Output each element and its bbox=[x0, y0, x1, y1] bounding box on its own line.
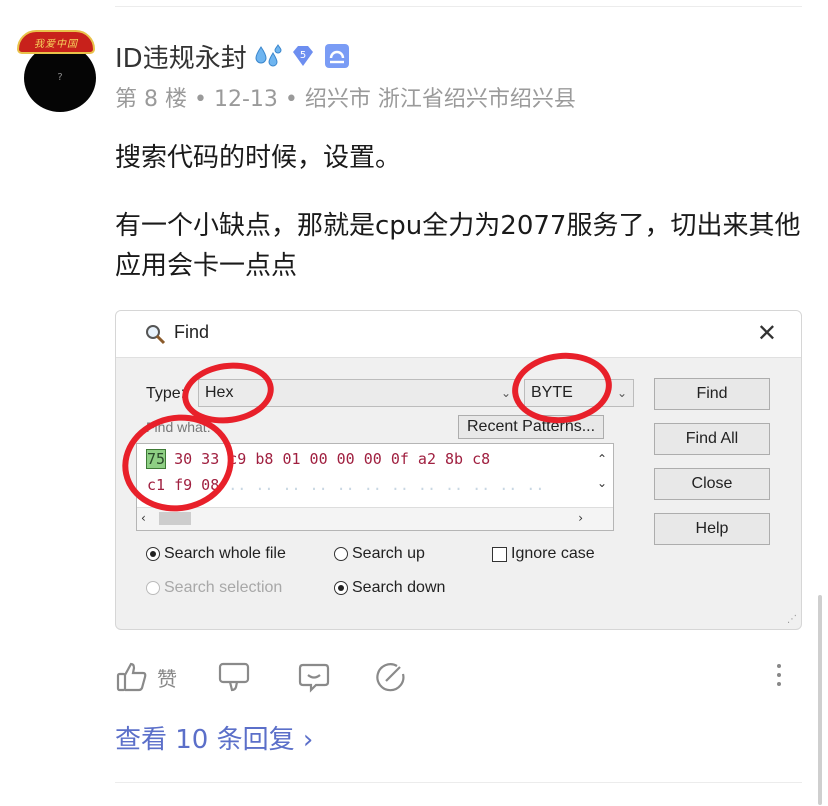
radio-search-selection[interactable]: Search selection bbox=[146, 579, 282, 597]
hex-row-2-dots: .. .. .. .. .. .. .. .. .. .. .. .. bbox=[219, 476, 545, 494]
scroll-down-icon[interactable]: ⌄ bbox=[597, 476, 607, 490]
dialog-title: Find bbox=[174, 322, 210, 342]
fan-badge-icon bbox=[324, 44, 349, 68]
page-scrollbar[interactable] bbox=[818, 595, 822, 805]
avatar-placeholder: ? bbox=[57, 72, 63, 83]
radio-dot bbox=[146, 581, 160, 595]
radio-search-whole-file[interactable]: Search whole file bbox=[146, 545, 286, 563]
post-text-1: 搜索代码的时候，设置。 bbox=[115, 143, 402, 173]
magnifier-icon bbox=[146, 325, 166, 345]
dislike-button[interactable] bbox=[217, 660, 251, 694]
type-label: Type: bbox=[146, 385, 186, 402]
thumbs-down-icon bbox=[218, 662, 250, 692]
level-diamond-icon: 5 bbox=[292, 46, 313, 66]
close-button[interactable]: Close bbox=[654, 468, 770, 500]
comment-icon bbox=[298, 663, 330, 693]
username-row: ID违规永封 5 bbox=[115, 36, 351, 76]
radio-label: Search whole file bbox=[164, 545, 286, 562]
svg-text:5: 5 bbox=[300, 50, 306, 61]
radio-dot bbox=[334, 581, 348, 595]
top-divider bbox=[115, 6, 802, 7]
hex-horizontal-scrollbar[interactable]: ‹ › bbox=[137, 507, 613, 530]
view-replies-link[interactable]: 查看 10 条回复 › bbox=[115, 720, 313, 760]
avatar-hat-badge: 我爱中国 bbox=[17, 30, 95, 54]
close-icon[interactable]: ✕ bbox=[757, 319, 777, 347]
find-button[interactable]: Find bbox=[654, 378, 770, 410]
avatar[interactable]: ? bbox=[24, 44, 96, 112]
scroll-left-icon[interactable]: ‹ bbox=[141, 511, 146, 525]
more-options-icon[interactable] bbox=[777, 664, 781, 686]
water-drops-icon bbox=[255, 44, 282, 67]
chevron-down-icon: ⌄ bbox=[616, 386, 627, 400]
like-label: 赞 bbox=[157, 666, 177, 691]
hex-vertical-scrollbar[interactable]: ⌃ ⌄ bbox=[591, 444, 613, 504]
resize-grip-icon[interactable]: ⋰ bbox=[787, 614, 797, 625]
radio-search-down[interactable]: Search down bbox=[334, 579, 445, 597]
scroll-right-icon[interactable]: › bbox=[578, 511, 583, 525]
find-all-button[interactable]: Find All bbox=[654, 423, 770, 455]
checkbox-label: Ignore case bbox=[511, 545, 595, 562]
share-button[interactable] bbox=[373, 660, 407, 694]
chevron-down-icon: ⌄ bbox=[500, 386, 511, 400]
thumbs-up-icon bbox=[116, 662, 147, 692]
help-button[interactable]: Help bbox=[654, 513, 770, 545]
username[interactable]: ID违规永封 bbox=[115, 38, 247, 75]
scroll-thumb[interactable] bbox=[159, 512, 191, 525]
post-text-2: 有一个小缺点，那就是cpu全力为2077服务了，切出来其他应用会卡一点点 bbox=[115, 211, 801, 281]
post-image[interactable]: Find ✕ Type: Hex ⌄ BYTE ⌄ Find what: Rec… bbox=[115, 310, 802, 630]
checkbox-box bbox=[492, 546, 507, 562]
checkbox-ignore-case[interactable]: Ignore case bbox=[492, 545, 595, 563]
scroll-up-icon[interactable]: ⌃ bbox=[597, 452, 607, 466]
radio-label: Search down bbox=[352, 579, 446, 596]
radio-label: Search up bbox=[352, 545, 425, 562]
action-bar: 赞 bbox=[115, 660, 805, 700]
bottom-divider bbox=[115, 782, 802, 783]
dialog-titlebar: Find ✕ bbox=[116, 311, 801, 358]
comment-button[interactable] bbox=[297, 660, 331, 694]
radio-dot bbox=[146, 547, 160, 561]
like-button[interactable]: 赞 bbox=[115, 660, 177, 694]
post-meta: 第 8 楼 • 12-13 • 绍兴市 浙江省绍兴市绍兴县 bbox=[115, 87, 576, 112]
radio-search-up[interactable]: Search up bbox=[334, 545, 425, 563]
radio-label: Search selection bbox=[164, 579, 283, 596]
radio-dot bbox=[334, 547, 348, 561]
edit-share-icon bbox=[376, 663, 405, 692]
hat-text: 我爱中国 bbox=[34, 39, 78, 50]
